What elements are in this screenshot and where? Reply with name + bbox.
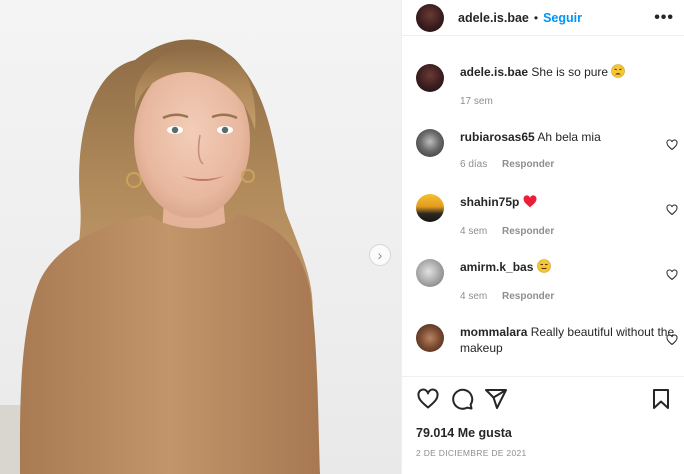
follow-button[interactable]: Seguir <box>543 11 582 25</box>
action-icons-row <box>416 387 673 411</box>
comments-list[interactable]: adele.is.bae She is so pure 17 sem rubia… <box>402 36 684 376</box>
expressionless-face-icon <box>536 259 551 277</box>
like-comment-icon[interactable] <box>666 334 678 346</box>
like-comment-icon[interactable] <box>666 204 678 216</box>
post-header: adele.is.bae • Seguir ••• <box>402 0 684 36</box>
share-icon[interactable] <box>484 387 508 411</box>
comment-username[interactable]: mommalara <box>460 325 527 339</box>
likes-count[interactable]: 79.014 Me gusta <box>416 426 512 440</box>
author-avatar[interactable] <box>416 3 444 32</box>
portrait-image <box>0 39 320 474</box>
reply-button[interactable]: Responder <box>502 291 554 302</box>
caption-text: She is so pure <box>531 65 609 79</box>
more-options-icon[interactable]: ••• <box>654 9 674 27</box>
comment-time: 4 sem <box>460 291 488 302</box>
caption: adele.is.bae She is so pure 17 sem <box>416 64 678 110</box>
comment-icon[interactable] <box>450 387 474 411</box>
comment-meta: 4 sem Responder <box>460 289 678 305</box>
comment-avatar[interactable] <box>416 194 444 222</box>
post-photo[interactable]: › <box>0 0 401 474</box>
comment-time: 6 días <box>460 159 488 170</box>
comment-text: Ah bela mia <box>537 130 601 144</box>
comment-avatar[interactable] <box>416 324 444 352</box>
comment-item: mommalara Really beautiful without the m… <box>416 324 678 356</box>
red-heart-icon <box>523 195 537 212</box>
weary-face-icon <box>611 64 626 82</box>
bookmark-icon[interactable] <box>649 387 673 411</box>
comment-username[interactable]: shahin75p <box>460 195 519 209</box>
author-username[interactable]: adele.is.bae <box>458 11 529 25</box>
comment-item: rubiarosas65 Ah bela mia 6 días Responde… <box>416 129 678 173</box>
comment-username[interactable]: amirm.k_bas <box>460 260 533 274</box>
comment-username[interactable]: rubiarosas65 <box>460 130 535 144</box>
caption-avatar[interactable] <box>416 64 444 92</box>
comment-time: 4 sem <box>460 226 488 237</box>
reply-button[interactable]: Responder <box>502 226 554 237</box>
chevron-right-icon: › <box>377 247 383 263</box>
comment-avatar[interactable] <box>416 259 444 287</box>
reply-button[interactable]: Responder <box>502 159 554 170</box>
header-separator: • <box>533 10 539 25</box>
caption-meta: 17 sem <box>460 94 678 110</box>
post-date: 2 DE DICIEMBRE DE 2021 <box>416 448 527 458</box>
comment-item: shahin75p 4 sem Responder <box>416 194 678 240</box>
comment-avatar[interactable] <box>416 129 444 157</box>
caption-time: 17 sem <box>460 96 493 107</box>
like-comment-icon[interactable] <box>666 269 678 281</box>
comment-meta: 4 sem Responder <box>460 224 678 240</box>
post-side-panel: adele.is.bae • Seguir ••• adele.is.bae S… <box>401 0 684 474</box>
caption-username[interactable]: adele.is.bae <box>460 65 528 79</box>
comment-item: amirm.k_bas 4 sem Responder <box>416 259 678 305</box>
heart-icon[interactable] <box>416 387 440 411</box>
comment-meta: 6 días Responder <box>460 157 678 173</box>
like-comment-icon[interactable] <box>666 139 678 151</box>
post-actions: 79.014 Me gusta 2 DE DICIEMBRE DE 2021 <box>402 376 684 474</box>
next-photo-button[interactable]: › <box>369 244 391 266</box>
